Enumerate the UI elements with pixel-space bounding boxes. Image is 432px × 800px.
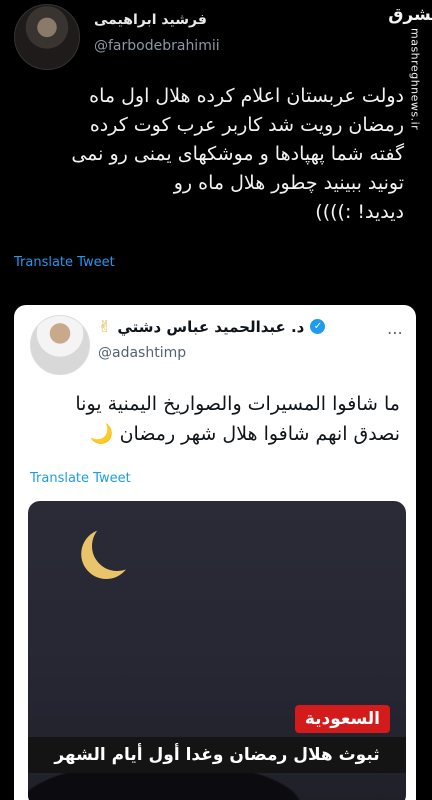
news-country-badge: السعودية bbox=[294, 705, 390, 733]
quoted-tweet-card[interactable]: ✌ د. عبدالحميد عباس دشتي ✓ @adashtimp ⋯ … bbox=[14, 305, 416, 800]
quoted-translate-tweet-link[interactable]: Translate Tweet bbox=[30, 471, 131, 486]
tweet-text-line: گفته شما پهپادها و موشکهای یمنی رو نمی bbox=[71, 143, 404, 165]
quoted-tweet-text: ما شافوا المسيرات والصواريخ اليمنية يونا… bbox=[30, 389, 400, 449]
quoted-text-line: ما شافوا المسيرات والصواريخ اليمنية يونا bbox=[75, 393, 400, 415]
author-display-name[interactable]: فرشید ابراهیمی bbox=[94, 12, 207, 28]
tweet-text-line: دیدید! :)))) bbox=[315, 201, 404, 223]
victory-hand-icon: ✌ bbox=[98, 317, 112, 336]
more-options-icon[interactable]: ⋯ bbox=[387, 323, 404, 342]
quoted-author-handle[interactable]: @adashtimp bbox=[98, 345, 186, 361]
quoted-text-line: نصدق انهم شافوا هلال شهر رمضان 🌙 bbox=[89, 423, 400, 445]
tweet-text-line: تونید ببینید چطور هلال ماه رو bbox=[173, 172, 404, 194]
watermark-site: mashreghnews.ir bbox=[408, 28, 422, 131]
translate-tweet-link[interactable]: Translate Tweet bbox=[14, 255, 115, 270]
tweet-text: دولت عربستان اعلام کرده هلال اول ماه رمض… bbox=[14, 82, 404, 227]
quoted-author-row: ✌ د. عبدالحميد عباس دشتي ✓ bbox=[98, 317, 326, 336]
quoted-author-avatar[interactable] bbox=[30, 315, 90, 375]
watermark-logo: مشرق bbox=[388, 5, 432, 25]
verified-badge-icon: ✓ bbox=[310, 319, 326, 334]
watermark: مشرق mashreghnews.ir bbox=[388, 4, 432, 130]
tweet-text-line: دولت عربستان اعلام کرده هلال اول ماه bbox=[89, 85, 404, 107]
quoted-tweet-image[interactable]: السعودية ثبوث هلال رمضان وغدا أول أيام ا… bbox=[28, 501, 406, 800]
quoted-author-name[interactable]: د. عبدالحميد عباس دشتي bbox=[117, 318, 304, 336]
author-avatar[interactable] bbox=[14, 4, 80, 70]
crescent-moon-icon bbox=[88, 517, 146, 575]
news-caption-bar: ثبوث هلال رمضان وغدا أول أيام الشهر bbox=[28, 737, 406, 773]
tweet-text-line: رمضان رویت شد کاربر عرب کوت کرده bbox=[89, 114, 404, 136]
author-handle[interactable]: @farbodebrahimii bbox=[94, 38, 220, 54]
